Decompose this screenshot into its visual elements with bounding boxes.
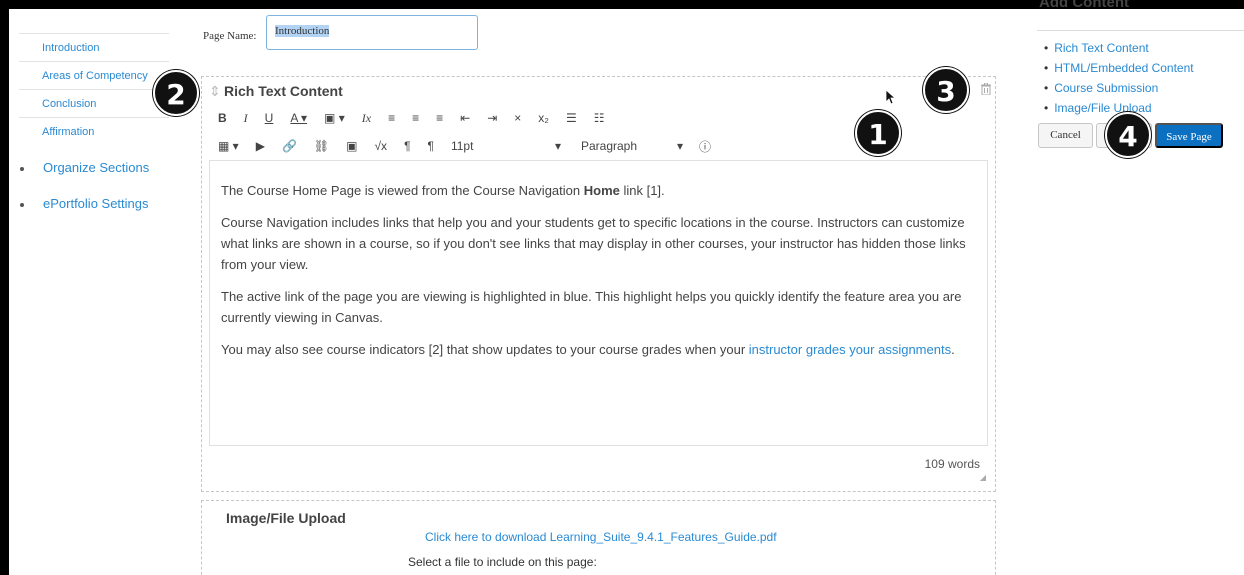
add-content-list: Rich Text Content HTML/Embedded Content … — [1044, 38, 1194, 118]
text: The Course Home Page is viewed from the … — [221, 183, 584, 198]
bold-text: Home — [583, 183, 620, 198]
page-name-value: Introduction — [275, 25, 330, 37]
add-rich-text-content[interactable]: Rich Text Content — [1044, 38, 1194, 58]
download-guide-link[interactable]: Click here to download Learning_Suite_9.… — [425, 530, 777, 544]
paragraph: You may also see course indicators [2] t… — [221, 339, 976, 360]
add-html-embedded-content[interactable]: HTML/Embedded Content — [1044, 58, 1193, 78]
nav-label: ePortfolio Settings — [43, 196, 149, 211]
toolbar-row-2: ▦ ▾ ▶ 🔗 ⛓ ▣ √x ¶ ¶ 11pt ▾ Paragraph ▾ ⓘ — [218, 135, 728, 157]
section-title: Image/File Upload — [226, 510, 346, 526]
paragraph: The Course Home Page is viewed from the … — [221, 180, 976, 201]
font-size-select[interactable]: 11pt ▾ — [451, 139, 561, 153]
superscript-icon[interactable]: × — [514, 111, 521, 125]
background-color-icon[interactable]: ▣ ▾ — [324, 111, 345, 125]
image-upload-section: Image/File Upload Click here to download… — [201, 500, 996, 575]
image-icon[interactable]: ▣ — [346, 139, 357, 153]
outdent-icon[interactable]: ⇤ — [460, 111, 470, 125]
nav-label: Organize Sections — [43, 160, 150, 175]
mouse-cursor-icon — [886, 90, 896, 104]
clear-formatting-icon[interactable]: Ix — [362, 111, 371, 126]
left-border — [0, 0, 9, 575]
bold-icon[interactable]: B — [218, 111, 227, 125]
word-count: 109 words — [924, 457, 980, 471]
sub-nav-introduction[interactable]: Introduction — [19, 33, 169, 61]
save-page-button[interactable]: Save Page — [1155, 123, 1223, 148]
section-title: Rich Text Content — [224, 83, 343, 99]
equation-icon[interactable]: √x — [374, 139, 387, 153]
paragraph: Course Navigation includes links that he… — [221, 215, 966, 272]
callout-badge-1: 1 — [855, 110, 901, 156]
accessibility-icon[interactable]: ⓘ — [699, 138, 711, 155]
block-format-value: Paragraph — [580, 139, 638, 153]
italic-icon[interactable]: I — [244, 111, 248, 126]
toolbar-row-1: B I U A ▾ ▣ ▾ Ix ≡ ≡ ≡ ⇤ ⇥ × x₂ ☰ ☷ — [218, 107, 621, 129]
text-color-icon[interactable]: A ▾ — [290, 111, 307, 125]
add-course-submission[interactable]: Course Submission — [1044, 78, 1194, 98]
text: You may also see course indicators [2] t… — [221, 342, 749, 357]
drag-handle-icon[interactable]: ⇕ — [209, 83, 221, 100]
media-icon[interactable]: ▶ — [256, 139, 265, 153]
cancel-button[interactable]: Cancel — [1038, 123, 1093, 148]
block-format-select[interactable]: Paragraph ▾ — [581, 139, 683, 153]
callout-badge-3: 3 — [923, 67, 969, 113]
callout-badge-2: 2 — [153, 70, 199, 116]
bullet-icon — [20, 203, 24, 207]
align-left-icon[interactable]: ≡ — [388, 111, 395, 125]
sub-nav-areas-of-competency[interactable]: Areas of Competency — [19, 61, 169, 89]
font-size-value: 11pt — [450, 139, 474, 153]
bullet-icon — [20, 167, 24, 171]
rtl-icon[interactable]: ¶ — [428, 139, 434, 153]
numbered-list-icon[interactable]: ☷ — [594, 111, 605, 125]
paragraph: The active link of the page you are view… — [221, 289, 962, 325]
align-center-icon[interactable]: ≡ — [412, 111, 419, 125]
sub-navigation: Introduction Areas of Competency Conclus… — [19, 33, 169, 145]
instructor-grades-link[interactable]: instructor grades your assignments — [749, 342, 951, 357]
page-name-input[interactable]: Introduction — [266, 15, 478, 50]
text: link [1]. — [619, 183, 665, 198]
text: . — [951, 342, 955, 357]
ltr-icon[interactable]: ¶ — [404, 139, 410, 153]
resize-grip-icon[interactable]: ◢ — [980, 473, 986, 482]
page-name-label: Page Name: — [203, 30, 257, 42]
trash-icon[interactable] — [981, 83, 991, 95]
underline-icon[interactable]: U — [265, 111, 274, 125]
select-file-label: Select a file to include on this page: — [408, 555, 597, 569]
divider — [1037, 30, 1244, 31]
callout-badge-4: 4 — [1105, 112, 1151, 158]
chevron-down-icon: ▾ — [554, 139, 561, 153]
align-right-icon[interactable]: ≡ — [436, 111, 443, 125]
sub-nav-conclusion[interactable]: Conclusion — [19, 89, 169, 117]
subscript-icon[interactable]: x₂ — [538, 111, 549, 125]
table-icon[interactable]: ▦ ▾ — [218, 139, 239, 153]
sub-nav-affirmation[interactable]: Affirmation — [19, 117, 169, 145]
bullet-list-icon[interactable]: ☰ — [566, 111, 577, 125]
link-icon[interactable]: 🔗 — [282, 139, 297, 153]
add-content-title: Add Content — [1039, 0, 1129, 11]
rich-text-editor[interactable]: The Course Home Page is viewed from the … — [209, 160, 988, 446]
indent-icon[interactable]: ⇥ — [487, 111, 497, 125]
chevron-down-icon: ▾ — [676, 139, 683, 153]
unlink-icon[interactable]: ⛓ — [314, 139, 329, 153]
